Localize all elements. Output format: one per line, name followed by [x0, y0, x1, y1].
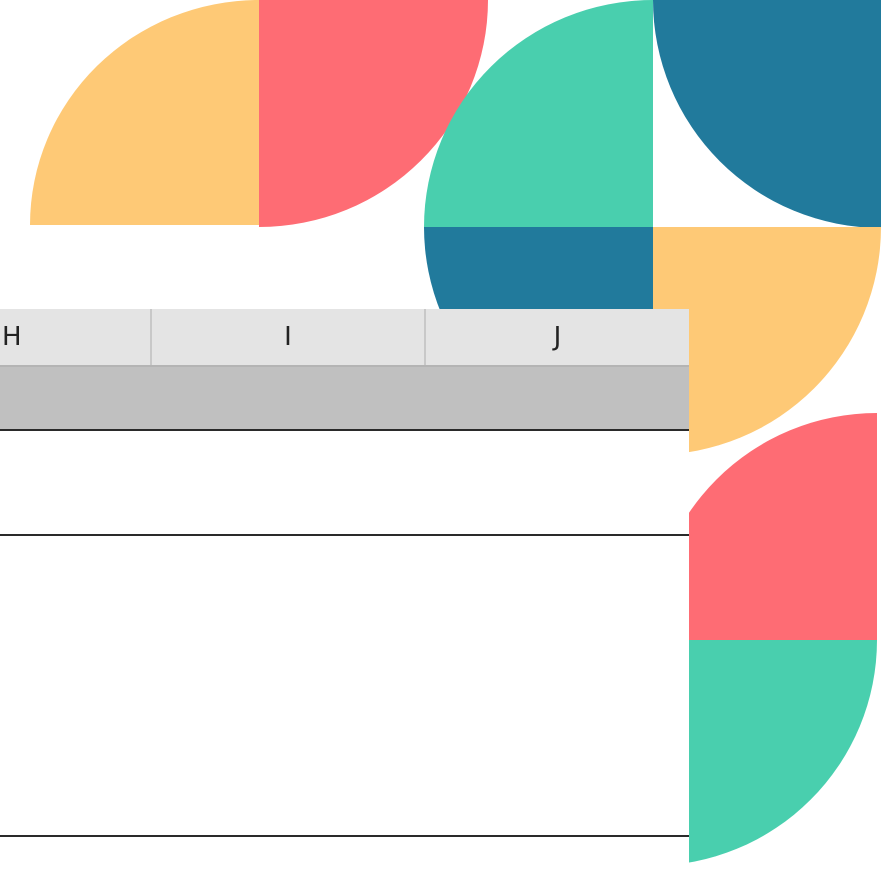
yellow-quarter-shape	[30, 0, 259, 225]
spreadsheet-grid: H I J	[0, 309, 689, 869]
column-header-j[interactable]: J	[426, 309, 689, 365]
column-header-row: H I J	[0, 309, 689, 367]
teal-quarter-shape	[653, 0, 881, 228]
table-row[interactable]	[0, 431, 689, 536]
table-row[interactable]	[0, 536, 689, 837]
header-band-row[interactable]	[0, 367, 689, 431]
screen: H I J	[0, 0, 881, 869]
column-header-h[interactable]: H	[0, 309, 152, 365]
column-header-i[interactable]: I	[152, 309, 426, 365]
